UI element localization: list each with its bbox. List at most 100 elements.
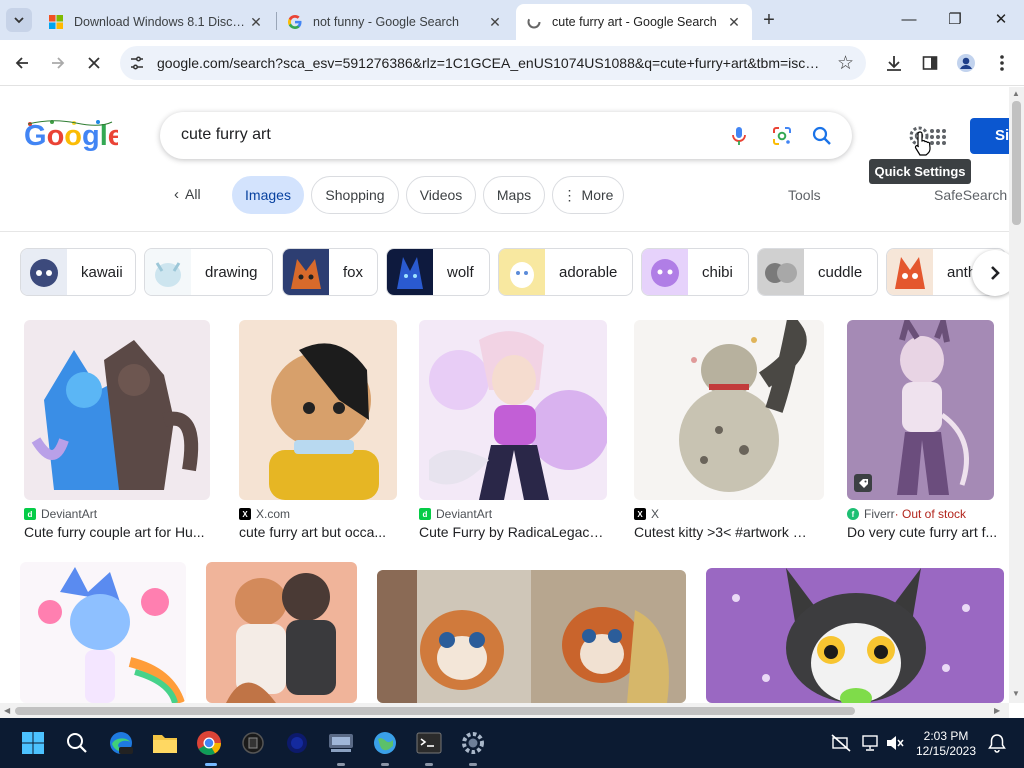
side-panel-icon (922, 56, 938, 70)
site-info-icon[interactable] (128, 54, 146, 72)
back-button[interactable] (8, 49, 36, 77)
nav-all-label: All (185, 186, 201, 202)
tab-cute-furry-art[interactable]: cute furry art - Google Search ✕ (516, 4, 752, 40)
taskbar-search-button[interactable] (62, 728, 92, 758)
horizontal-scroll-thumb[interactable] (15, 707, 855, 715)
arrow-left-icon (15, 57, 28, 69)
taskbar-file-explorer[interactable] (150, 728, 180, 758)
minimize-button[interactable]: — (886, 6, 932, 34)
tab-videos[interactable]: Videos (406, 176, 476, 214)
scroll-right-icon[interactable]: ▶ (994, 706, 1000, 715)
tab-more[interactable]: ⋮ More (552, 176, 624, 214)
tab-title: not funny - Google Search (313, 15, 459, 29)
price-tag-icon (858, 478, 868, 488)
bookmark-star-icon[interactable]: ☆ (837, 52, 854, 75)
search-query[interactable]: cute furry art (181, 126, 271, 144)
tray-network-off[interactable] (826, 728, 856, 758)
vertical-scroll-thumb[interactable] (1012, 101, 1021, 225)
close-window-button[interactable]: ✕ (978, 6, 1024, 34)
downloads-button[interactable] (880, 49, 908, 77)
forward-button[interactable] (44, 49, 72, 77)
tab-not-funny[interactable]: not funny - Google Search ✕ (277, 4, 513, 40)
scroll-left-icon[interactable]: ◀ (4, 706, 10, 715)
globe-app-icon (374, 732, 396, 754)
image-result[interactable] (847, 320, 994, 500)
taskbar-app-maps[interactable] (370, 728, 400, 758)
taskbar-app-shield[interactable] (238, 728, 268, 758)
chevron-right-icon (991, 266, 1000, 280)
tab-maps[interactable]: Maps (483, 176, 545, 214)
side-panel-button[interactable] (916, 49, 944, 77)
maximize-button[interactable]: ❐ (932, 6, 978, 34)
image-result[interactable] (377, 570, 686, 703)
result-caption[interactable]: cute furry art but occa... (239, 524, 397, 540)
fiverr-icon: f (847, 508, 859, 520)
result-source[interactable]: XX (634, 507, 659, 521)
result-thumbnail (847, 320, 994, 500)
image-result[interactable] (24, 320, 210, 500)
chrome-menu-button[interactable] (988, 49, 1016, 77)
chip-cuddle[interactable]: cuddle (757, 248, 878, 296)
close-tab-icon[interactable]: ✕ (487, 14, 503, 31)
close-tab-icon[interactable]: ✕ (248, 14, 264, 31)
chip-adorable[interactable]: adorable (498, 248, 633, 296)
result-thumbnail (239, 320, 397, 500)
chip-wolf[interactable]: wolf (386, 248, 490, 296)
taskbar-edge-beta[interactable] (106, 728, 136, 758)
tab-images[interactable]: Images (232, 176, 304, 214)
terminal-icon (416, 732, 442, 754)
safesearch-button[interactable]: SafeSearch (934, 187, 1007, 203)
image-result[interactable] (239, 320, 397, 500)
chip-chibi[interactable]: chibi (641, 248, 749, 296)
product-tag-badge (854, 474, 872, 492)
chip-drawing[interactable]: drawing (144, 248, 273, 296)
start-button[interactable] (18, 728, 48, 758)
result-source[interactable]: X X.com (239, 507, 290, 521)
image-result[interactable] (206, 562, 357, 703)
image-result[interactable] (419, 320, 607, 500)
chip-fox[interactable]: fox (282, 248, 378, 296)
nav-all[interactable]: ‹ All (174, 186, 201, 203)
chip-kawaii[interactable]: kawaii (20, 248, 136, 296)
new-tab-button[interactable]: + (758, 9, 780, 31)
address-bar[interactable]: google.com/search?sca_esv=591276386&rlz=… (120, 46, 866, 80)
result-source-label: DeviantArt (41, 507, 98, 521)
stop-loading-button[interactable] (80, 49, 108, 77)
profile-button[interactable] (952, 49, 980, 77)
result-caption[interactable]: Cute furry couple art for Hu... (24, 524, 210, 540)
taskbar-app-drive[interactable] (326, 728, 356, 758)
scroll-down-icon[interactable]: ▼ (1012, 689, 1020, 698)
taskbar-settings[interactable] (458, 728, 488, 758)
download-icon (887, 56, 901, 71)
image-result[interactable] (20, 562, 186, 703)
search-icon[interactable] (810, 124, 834, 148)
result-caption[interactable]: Cutest kitty >3< #artwork #... (634, 524, 810, 540)
taskbar-terminal[interactable] (414, 728, 444, 758)
tab-windows-download[interactable]: Download Windows 8.1 Disc Im ✕ (38, 4, 274, 40)
mic-icon[interactable] (727, 124, 751, 148)
result-caption[interactable]: Cute Furry by RadicaLegacy... (419, 524, 607, 540)
tab-shopping[interactable]: Shopping (311, 176, 399, 214)
google-lens-icon[interactable] (770, 124, 794, 148)
result-thumbnail (377, 570, 686, 703)
google-doodle-logo[interactable]: Google (22, 118, 118, 154)
taskbar-chrome[interactable] (194, 728, 224, 758)
system-clock[interactable]: 2:03 PM 12/15/2023 (913, 729, 979, 759)
result-source[interactable]: d DeviantArt (419, 507, 492, 521)
vertical-scrollbar[interactable]: ▲ ▼ (1009, 87, 1024, 703)
result-source[interactable]: f Fiverr · Out of stock (847, 507, 966, 521)
notifications-button[interactable] (982, 728, 1012, 758)
tray-volume[interactable] (880, 728, 910, 758)
tools-button[interactable]: Tools (788, 187, 821, 203)
taskbar-app-blue[interactable] (282, 728, 312, 758)
image-result[interactable] (634, 320, 824, 500)
tab-search-button[interactable] (6, 8, 32, 32)
image-result[interactable] (706, 568, 1004, 703)
result-source[interactable]: d DeviantArt (24, 507, 97, 521)
scroll-up-icon[interactable]: ▲ (1012, 89, 1020, 98)
result-caption[interactable]: Do very cute furry art f... (847, 524, 1003, 540)
close-tab-icon[interactable]: ✕ (726, 14, 742, 31)
search-box[interactable]: cute furry art (160, 112, 852, 159)
chip-thumbnail (758, 249, 804, 295)
horizontal-scrollbar[interactable]: ◀ ▶ (0, 703, 1009, 718)
